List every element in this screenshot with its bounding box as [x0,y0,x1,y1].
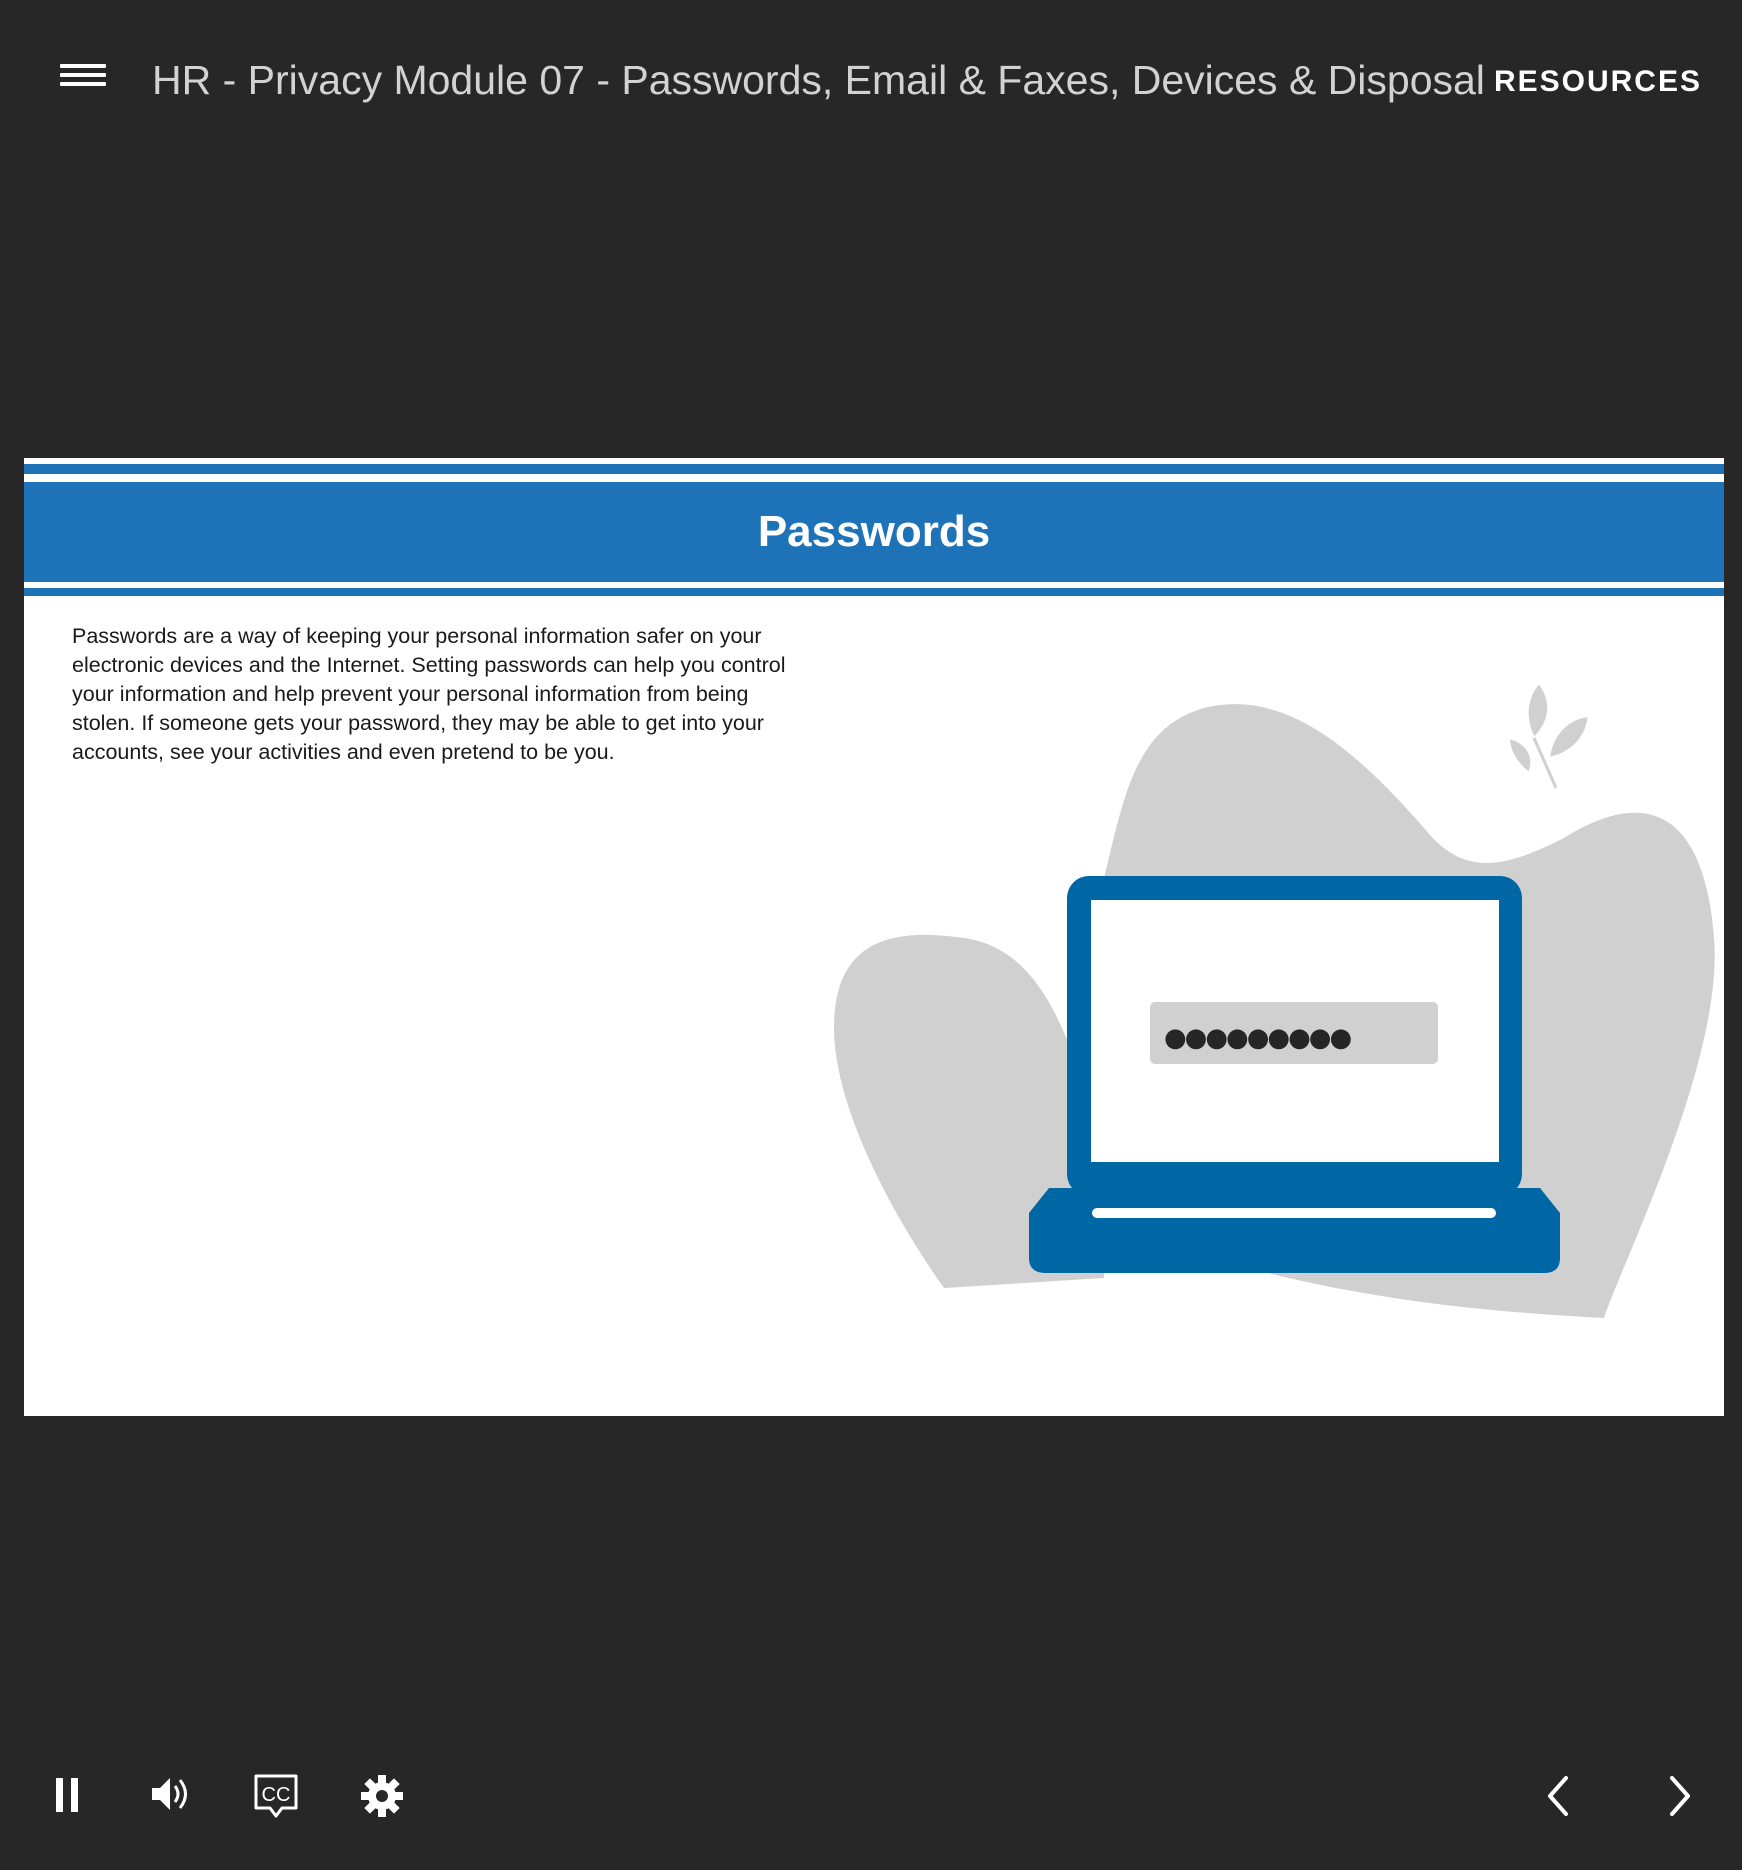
top-bar: HR - Privacy Module 07 - Passwords, Emai… [0,0,1742,160]
chevron-left-icon[interactable] [1542,1774,1574,1818]
title-band-stripe-bottom [24,588,1724,596]
chevron-right-icon[interactable] [1664,1774,1696,1818]
closed-captions-icon: CC [254,1774,298,1818]
captions-label: CC [262,1784,291,1806]
laptop-password-illustration: ●●●●●●●●● [834,681,1715,1318]
slide-body-text: Passwords are a way of keeping your pers… [72,624,786,764]
player-controls: CC [0,1760,1742,1870]
gear-icon[interactable] [360,1774,404,1818]
pause-icon[interactable] [54,1776,80,1814]
title-band-stripe-top [24,464,1724,474]
closed-captions-button[interactable]: CC [252,1772,300,1820]
volume-icon[interactable] [150,1774,194,1814]
slide-canvas: Passwords Passwords are a way of keeping… [24,458,1724,1416]
hamburger-menu-icon[interactable] [58,60,108,100]
course-title: HR - Privacy Module 07 - Passwords, Emai… [152,57,1485,103]
resources-button[interactable]: RESOURCES [1494,58,1702,106]
leaf-icon [1507,681,1591,789]
laptop-icon [1029,876,1560,1273]
password-dots: ●●●●●●●●● [1164,1023,1351,1053]
slide-title: Passwords [757,507,991,556]
